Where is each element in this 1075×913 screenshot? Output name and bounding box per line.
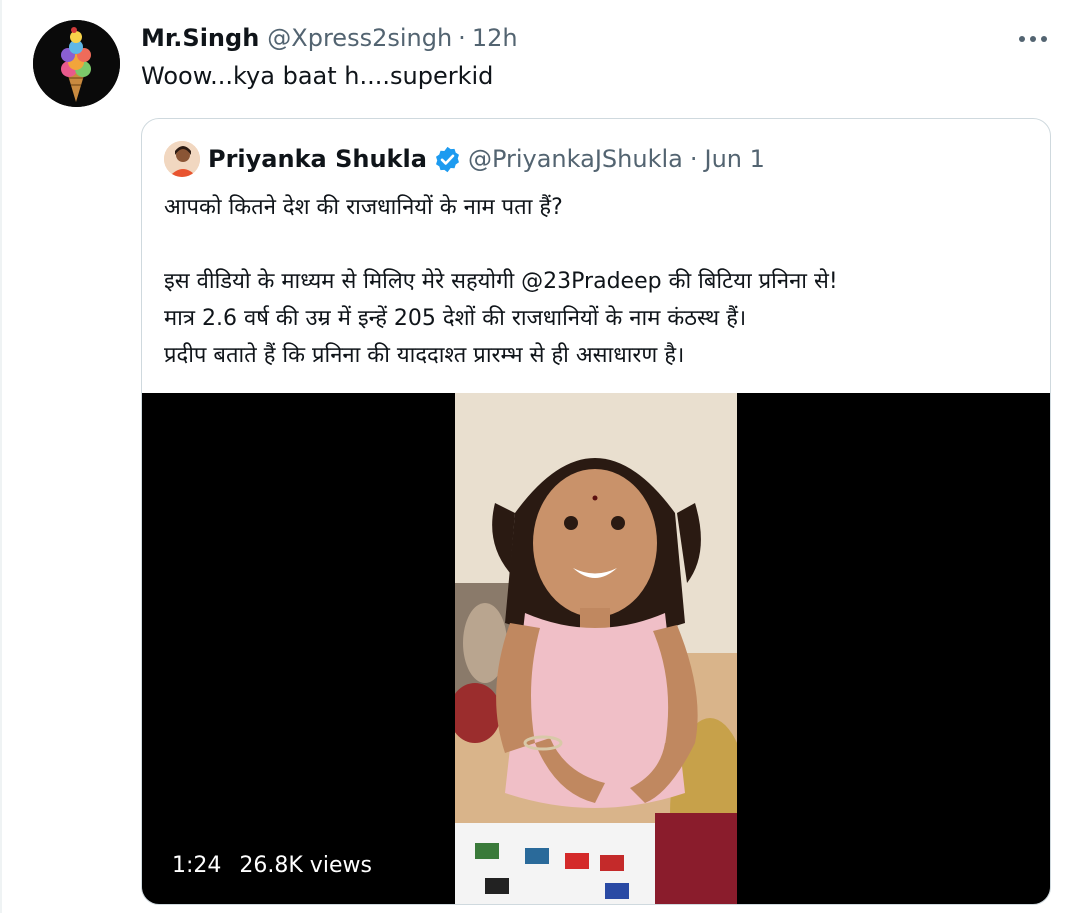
author-handle[interactable]: @Xpress2singh bbox=[267, 24, 452, 52]
quoted-tweet-text: आपको कितने देश की राजधानियों के नाम पता … bbox=[164, 189, 1044, 374]
tweet-header: Mr.Singh @Xpress2singh · 12h bbox=[141, 22, 518, 54]
portrait-avatar-icon bbox=[164, 141, 200, 177]
quoted-text-line: आपको कितने देश की राजधानियों के नाम पता … bbox=[164, 195, 563, 220]
tweet-timestamp[interactable]: 12h bbox=[472, 24, 518, 52]
tweet-text: Woow...kya baat h....superkid bbox=[141, 62, 494, 90]
video-thumbnail bbox=[455, 393, 737, 904]
quoted-author-handle[interactable]: @PriyankaJShukla bbox=[468, 145, 683, 173]
video-player[interactable]: 1:24 26.8K views bbox=[142, 393, 1050, 904]
quoted-text-line: मात्र 2.6 वर्ष की उम्र में इन्हें 205 दे… bbox=[164, 306, 747, 331]
quoted-tweet-timestamp[interactable]: Jun 1 bbox=[704, 145, 764, 173]
avatar[interactable] bbox=[33, 20, 120, 107]
more-options-button[interactable] bbox=[1015, 28, 1051, 50]
quoted-author-name[interactable]: Priyanka Shukla bbox=[208, 145, 427, 173]
video-stats: 1:24 26.8K views bbox=[172, 853, 372, 878]
quoted-text-line: प्रदीप बताते हैं कि प्रनिना की याददाश्त … bbox=[164, 343, 685, 368]
video-view-count: 26.8K views bbox=[239, 853, 372, 878]
separator-dot: · bbox=[689, 145, 698, 173]
child-video-thumbnail-image bbox=[455, 393, 737, 904]
separator-dot: · bbox=[458, 24, 466, 52]
video-duration: 1:24 bbox=[172, 853, 222, 878]
verified-badge-icon bbox=[435, 146, 459, 172]
quoted-tweet-card[interactable]: Priyanka Shukla @PriyankaJShukla · Jun 1… bbox=[141, 118, 1051, 905]
quoted-author-avatar[interactable] bbox=[164, 141, 200, 177]
ice-cream-cone-avatar-icon bbox=[33, 20, 120, 107]
quoted-tweet-header: Priyanka Shukla @PriyankaJShukla · Jun 1 bbox=[208, 141, 765, 177]
quoted-text-line: इस वीडियो के माध्यम से मिलिए मेरे सहयोगी… bbox=[164, 269, 838, 294]
more-dots-icon bbox=[1019, 36, 1047, 42]
author-name[interactable]: Mr.Singh bbox=[141, 24, 259, 52]
timeline-border bbox=[0, 0, 2, 913]
